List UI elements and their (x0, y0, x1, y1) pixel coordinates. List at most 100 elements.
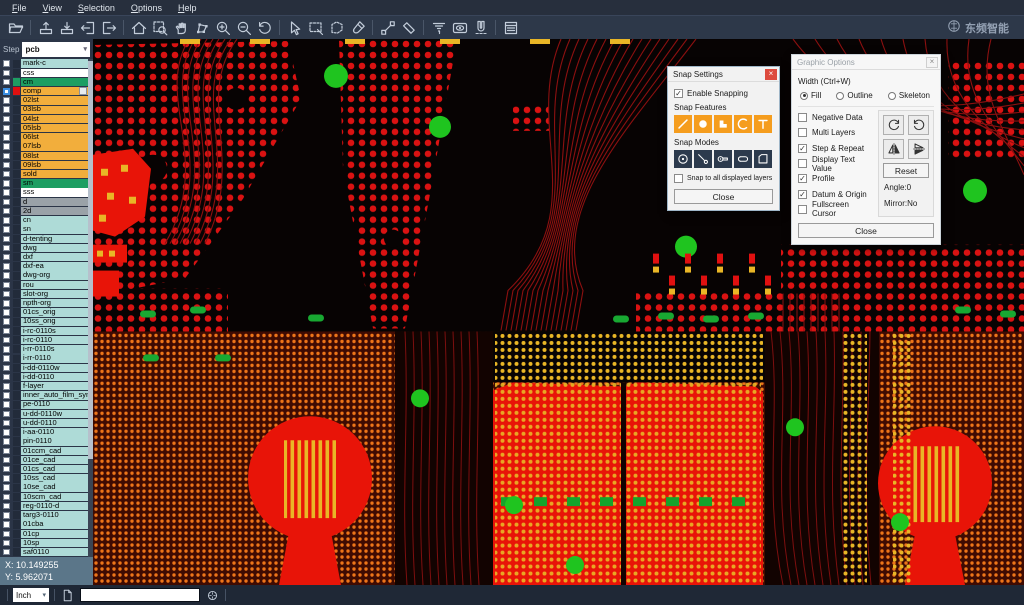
mode-key-icon[interactable] (714, 150, 732, 168)
layer-visibility-checkbox[interactable] (0, 116, 13, 123)
mode-point-icon[interactable] (694, 150, 712, 168)
layer-row[interactable]: saf0110 (0, 548, 93, 557)
zoom-window-icon[interactable] (149, 17, 170, 38)
layer-name[interactable]: d-tenting (21, 235, 93, 243)
layer-row[interactable]: sss (0, 188, 93, 197)
reset-button[interactable]: Reset (883, 163, 929, 178)
layer-name[interactable]: 05lsb (21, 124, 93, 132)
layer-row[interactable]: dwg (0, 243, 93, 252)
layer-row[interactable]: targ3-0110 (0, 511, 93, 520)
layer-row[interactable]: i-rc-0110 (0, 336, 93, 345)
layer-row[interactable]: 10ss_cad (0, 474, 93, 483)
locate-icon[interactable] (205, 588, 220, 603)
layer-name[interactable]: slot-org (21, 290, 93, 298)
home-icon[interactable] (128, 17, 149, 38)
layer-color-swatch[interactable] (13, 465, 20, 473)
zoom-out-icon[interactable] (233, 17, 254, 38)
layer-row[interactable]: css (0, 68, 93, 77)
open-folder-icon[interactable] (5, 17, 26, 38)
layer-name[interactable]: sold (21, 170, 93, 178)
layer-color-swatch[interactable] (13, 345, 20, 353)
layer-color-swatch[interactable] (13, 189, 20, 197)
layer-row[interactable]: u-dd-0110 (0, 419, 93, 428)
layer-color-swatch[interactable] (13, 520, 20, 528)
layer-name[interactable]: u-dd-0110w (21, 410, 93, 418)
layer-color-swatch[interactable] (13, 327, 20, 335)
layer-color-swatch[interactable] (13, 253, 20, 261)
graphic-dialog-titlebar[interactable]: Graphic Options × (792, 55, 940, 70)
layer-name[interactable]: reg-0110-d (21, 502, 93, 510)
layer-name[interactable]: 10ss_orig (21, 318, 93, 326)
box-arrow-up-icon[interactable] (35, 17, 56, 38)
layer-visibility-checkbox[interactable] (0, 411, 13, 418)
layer-row[interactable]: dxf-ea (0, 262, 93, 271)
layer-row[interactable]: d (0, 197, 93, 206)
checkbox-icon[interactable] (798, 205, 807, 214)
layer-color-swatch[interactable] (13, 124, 20, 132)
notes-document-icon[interactable] (500, 17, 521, 38)
flip-vertical-icon[interactable] (908, 139, 929, 159)
graphic-checkbox-display-text-value[interactable]: Display Text Value (798, 156, 874, 171)
layer-visibility-checkbox[interactable] (0, 521, 13, 528)
zoom-previous-icon[interactable] (254, 17, 275, 38)
polygon-node-icon[interactable] (191, 17, 212, 38)
layer-color-swatch[interactable] (13, 96, 20, 104)
layer-color-swatch[interactable] (13, 548, 20, 556)
layer-name[interactable]: 02lst (21, 96, 93, 104)
layer-color-swatch[interactable] (13, 142, 20, 150)
layer-color-swatch[interactable] (13, 318, 20, 326)
layer-color-swatch[interactable] (13, 391, 20, 399)
layer-visibility-checkbox[interactable] (0, 420, 13, 427)
rotate-cw-icon[interactable] (883, 115, 904, 135)
layer-row[interactable]: dwg-org (0, 271, 93, 280)
layer-visibility-checkbox[interactable] (0, 401, 13, 408)
layer-row[interactable]: 10scm_cad (0, 492, 93, 501)
layer-row[interactable]: 10se_cad (0, 483, 93, 492)
layer-name[interactable]: f-layer (21, 382, 93, 390)
layer-visibility-checkbox[interactable] (0, 217, 13, 224)
layer-color-swatch[interactable] (13, 179, 20, 187)
layer-visibility-checkbox[interactable] (0, 503, 13, 510)
eraser-icon[interactable] (398, 17, 419, 38)
layer-color-swatch[interactable] (13, 336, 20, 344)
layer-visibility-checkbox[interactable] (0, 365, 13, 372)
layer-row[interactable]: 01cba (0, 520, 93, 529)
layer-visibility-checkbox[interactable] (0, 125, 13, 132)
mode-slot-icon[interactable] (734, 150, 752, 168)
layer-name[interactable]: targ3-0110 (21, 511, 93, 519)
layer-row[interactable]: 05lsb (0, 124, 93, 133)
layer-name[interactable]: pe-0110 (21, 401, 93, 409)
layer-row[interactable]: 01ce_cad (0, 455, 93, 464)
layer-visibility-checkbox[interactable] (0, 153, 13, 160)
layer-row[interactable]: sm (0, 179, 93, 188)
layer-row[interactable]: sold (0, 170, 93, 179)
layer-row[interactable]: d-tenting (0, 234, 93, 243)
flip-horizontal-icon[interactable] (883, 139, 904, 159)
graphic-checkbox-multi-layers[interactable]: Multi Layers (798, 125, 874, 140)
layer-color-swatch[interactable] (13, 419, 20, 427)
layer-visibility-checkbox[interactable] (0, 494, 13, 501)
layer-color-swatch[interactable] (13, 262, 20, 270)
layer-row[interactable]: 03lsb (0, 105, 93, 114)
layer-name[interactable]: i-rc-0110s (21, 327, 93, 335)
layer-row[interactable]: slot-org (0, 289, 93, 298)
layer-color-swatch[interactable] (13, 447, 20, 455)
layer-visibility-checkbox[interactable] (0, 70, 13, 77)
layer-color-swatch[interactable] (13, 355, 20, 363)
select-arrow-icon[interactable] (284, 17, 305, 38)
layer-name[interactable]: 10ss_cad (21, 474, 93, 482)
layer-visibility-checkbox[interactable] (0, 226, 13, 233)
layer-row[interactable]: i-dd-0110w (0, 363, 93, 372)
layer-row[interactable]: 07lsb (0, 142, 93, 151)
layer-name[interactable]: comp (21, 87, 93, 95)
radio-icon[interactable] (888, 92, 896, 100)
layer-name[interactable]: 01cs_cad (21, 465, 93, 473)
layer-name[interactable]: i-rr-0110s (21, 345, 93, 353)
graphic-checkbox-profile[interactable]: ✓Profile (798, 171, 874, 186)
checkbox-icon[interactable] (798, 128, 807, 137)
checkbox-icon[interactable]: ✓ (798, 190, 807, 199)
layer-row[interactable]: mark-c (0, 59, 93, 68)
zoom-in-icon[interactable] (212, 17, 233, 38)
layer-name[interactable]: dxf-ea (21, 262, 93, 270)
polygon-select-icon[interactable] (326, 17, 347, 38)
